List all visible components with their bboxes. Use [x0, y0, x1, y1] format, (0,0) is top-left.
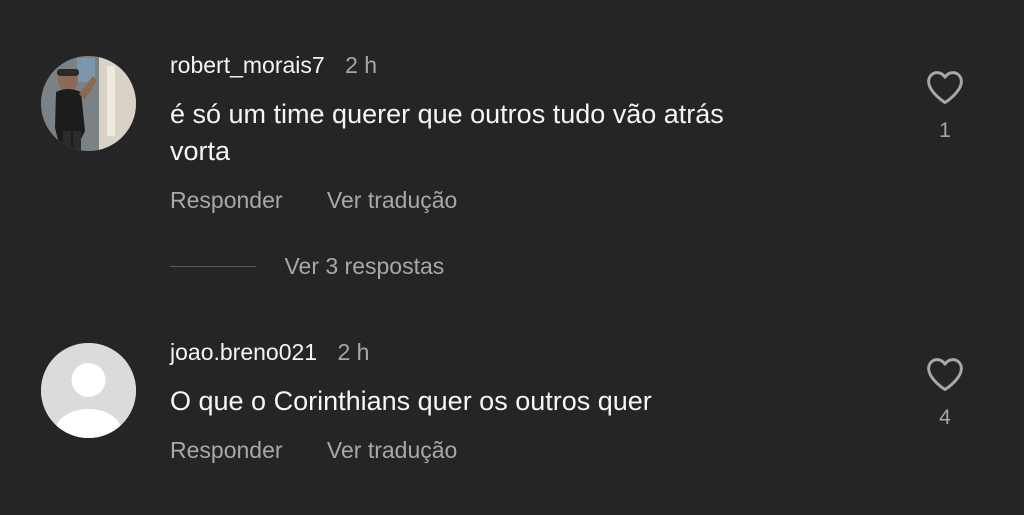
view-replies-label[interactable]: Ver 3 respostas	[284, 253, 444, 279]
replies-divider	[170, 266, 256, 267]
comment-text-line: é só um time querer que outros tudo vão …	[170, 99, 724, 129]
comment-text: é só um time querer que outros tudo vão …	[170, 96, 870, 170]
avatar-photo	[41, 56, 136, 151]
reply-button[interactable]: Responder	[170, 187, 283, 213]
username[interactable]: joao.breno021	[170, 339, 317, 365]
translate-button[interactable]: Ver tradução	[327, 187, 457, 213]
reply-button[interactable]: Responder	[170, 437, 283, 463]
comment-header: joao.breno021 2 h	[170, 337, 369, 367]
default-avatar-icon	[41, 343, 136, 438]
like-count: 4	[939, 406, 951, 429]
like-count: 1	[939, 119, 951, 142]
comment-text-line: vorta	[170, 136, 231, 166]
avatar[interactable]	[41, 56, 136, 151]
comment-header: robert_morais7 2 h	[170, 50, 377, 80]
comment-actions: Responder Ver tradução	[170, 185, 495, 215]
username[interactable]: robert_morais7	[170, 52, 325, 78]
heart-outline-icon[interactable]	[925, 356, 965, 392]
comment-text-line: O que o Corinthians quer os outros quer	[170, 386, 652, 416]
timestamp: 2 h	[345, 52, 378, 78]
view-replies[interactable]: Ver 3 respostas	[170, 253, 444, 283]
timestamp: 2 h	[337, 339, 370, 365]
avatar[interactable]	[41, 343, 136, 438]
translate-button[interactable]: Ver tradução	[327, 437, 457, 463]
like-button[interactable]: 1	[920, 69, 970, 143]
like-button[interactable]: 4	[920, 356, 970, 430]
comment-text: O que o Corinthians quer os outros quer	[170, 383, 870, 420]
heart-outline-icon[interactable]	[925, 69, 965, 105]
comment-actions: Responder Ver tradução	[170, 435, 495, 465]
